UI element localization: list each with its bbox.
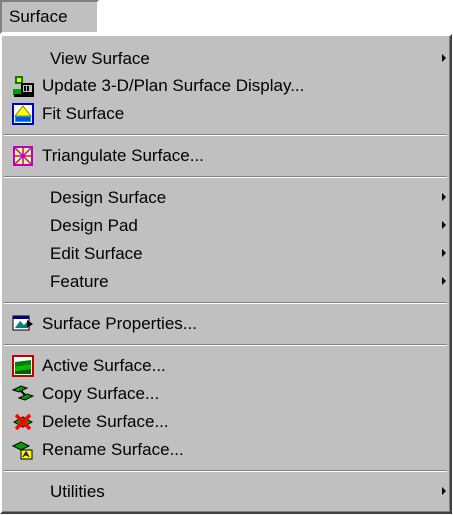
menu-surface[interactable]: Surface [0, 0, 99, 34]
menu-surface-label: Surface [9, 7, 68, 26]
menu-item-design-surface[interactable]: Design Surface [2, 184, 450, 212]
surface-properties-icon [12, 315, 33, 331]
submenu-arrow-icon [442, 54, 446, 62]
menu-separator [4, 470, 447, 472]
menu-item-label: Surface Properties... [42, 314, 197, 333]
menu-item-label: Active Surface... [42, 356, 166, 375]
menu-separator [4, 134, 447, 136]
submenu-arrow-icon [442, 487, 446, 495]
menu-item-design-pad[interactable]: Design Pad [2, 212, 450, 240]
menu-item-edit-surface[interactable]: Edit Surface [2, 240, 450, 268]
menu-item-label: Copy Surface... [42, 384, 160, 403]
fit-surface-icon [12, 103, 34, 125]
menu-item-utilities[interactable]: Utilities [2, 478, 450, 506]
triangulate-icon [13, 146, 33, 166]
menu-item-triangulate-surface[interactable]: Triangulate Surface... [2, 142, 450, 170]
menu-item-feature[interactable]: Feature [2, 268, 450, 296]
menu-item-label: Delete Surface... [42, 412, 169, 431]
submenu-arrow-icon [442, 221, 446, 229]
menu-separator [4, 176, 447, 178]
menu-item-fit-surface[interactable]: Fit Surface [2, 100, 450, 128]
menu-item-label: Design Surface [50, 188, 167, 207]
menu-item-label: Feature [50, 272, 109, 291]
surface-dropdown-menu: View Surface Update 3-D/Plan Surface Dis… [0, 34, 452, 514]
menu-item-active-surface[interactable]: Active Surface... [2, 352, 450, 380]
menu-item-surface-properties[interactable]: Surface Properties... [2, 310, 450, 338]
menu-item-label: Utilities [50, 482, 105, 501]
menu-item-copy-surface[interactable]: Copy Surface... [2, 380, 450, 408]
menu-item-delete-surface[interactable]: Delete Surface... [2, 408, 450, 436]
menu-item-label: Rename Surface... [42, 440, 184, 459]
menu-item-label: Update 3-D/Plan Surface Display... [42, 76, 305, 95]
menu-item-label: Edit Surface [50, 244, 143, 263]
menu-item-label: View Surface [50, 49, 150, 68]
active-surface-icon [12, 355, 34, 377]
menu-item-update-display[interactable]: Update 3-D/Plan Surface Display... [2, 72, 450, 100]
menu-separator [4, 344, 447, 346]
menu-item-label: Design Pad [50, 216, 138, 235]
submenu-arrow-icon [442, 249, 446, 257]
menu-item-rename-surface[interactable]: Rename Surface... [2, 436, 450, 464]
rename-surface-icon [11, 441, 33, 460]
delete-surface-icon [12, 413, 34, 431]
submenu-arrow-icon [442, 277, 446, 285]
update-display-icon [13, 76, 34, 97]
copy-surface-icon [11, 385, 35, 401]
menu-separator [4, 302, 447, 304]
menu-item-label: Triangulate Surface... [42, 146, 204, 165]
menu-item-view-surface[interactable]: View Surface [2, 45, 450, 73]
submenu-arrow-icon [442, 193, 446, 201]
menu-item-label: Fit Surface [42, 104, 125, 123]
